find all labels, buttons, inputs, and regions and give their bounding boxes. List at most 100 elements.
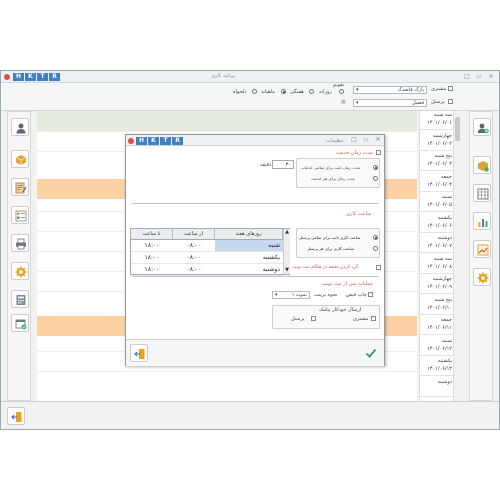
day-row[interactable]: پنج شنبه ۱۴۰۱/۰۶/۱۰ <box>420 296 454 315</box>
dialog-confirm-button[interactable] <box>362 344 380 362</box>
period-radio-daily[interactable] <box>339 89 344 94</box>
day-row[interactable]: جمعه ۱۴۰۱/۰۶/۱۱ <box>420 316 454 335</box>
dialog-close-button[interactable]: ✕ <box>374 136 382 144</box>
day-date: ۱۴۰۱/۰۶/۰۸ <box>427 263 452 270</box>
print-method-select[interactable]: ▾ نمونه ۱ <box>272 291 310 299</box>
day-row[interactable]: سه شنبه ۱۴۰۱/۰۶/۰۸ <box>420 255 454 274</box>
day-row[interactable]: شنبه ۱۴۰۱/۰۶/۱۲ <box>420 337 454 356</box>
selected-band <box>37 111 417 131</box>
trend-report-button[interactable] <box>473 240 491 258</box>
duration-per-service-label: مدت زمان برای هر خدمت <box>311 176 355 181</box>
dialog-title: تنظیمات <box>326 138 344 144</box>
exit-door-icon <box>134 349 145 359</box>
add-user-button[interactable] <box>473 118 491 136</box>
duration-per-service-radio[interactable] <box>373 176 378 181</box>
round-minutes-checkbox[interactable] <box>376 265 381 270</box>
work-hours-table[interactable]: تا ساعت از ساعت روزهای هفته ▲ ▼ ۱۸:۰۰ ۰۸… <box>130 228 290 276</box>
calendar-icon[interactable]: ▦ <box>341 99 346 105</box>
personnel-checkbox[interactable] <box>448 99 453 104</box>
table-scrollbar[interactable]: ▲ ▼ <box>283 229 290 274</box>
divider <box>132 203 378 204</box>
table-button[interactable] <box>473 184 491 202</box>
day-name: شنبه <box>442 194 452 200</box>
day-row[interactable]: چهارشنبه ۱۴۰۱/۰۶/۰۹ <box>420 275 454 294</box>
table-icon <box>477 188 489 200</box>
right-sidebar <box>469 111 493 401</box>
day-row[interactable]: یکشنبه ۱۴۰۱/۰۶/۱۳ <box>420 357 454 376</box>
scroll-thumb[interactable] <box>455 117 460 141</box>
day-date: ۱۴۰۱/۰۶/۰۴ <box>427 181 452 188</box>
table-row[interactable]: ۱۸:۰۰ ۰۸:۰۰ یکشنبه <box>131 252 283 264</box>
checklist-button[interactable] <box>11 206 29 224</box>
cell-to: ۱۸:۰۰ <box>131 252 173 264</box>
day-row[interactable]: دوشنبه <box>420 378 454 397</box>
dialog-maximize-button[interactable]: ▭ <box>362 136 370 144</box>
close-dot-icon[interactable] <box>128 137 134 144</box>
close-dot-icon[interactable] <box>4 74 10 80</box>
exit-button[interactable] <box>7 407 25 425</box>
printer-button[interactable] <box>11 234 29 252</box>
add-user-icon <box>477 123 489 134</box>
settings-right-button[interactable] <box>473 268 491 286</box>
duration-fixed-radio[interactable] <box>373 165 378 170</box>
close-button[interactable]: ✕ <box>487 73 495 81</box>
chart-button[interactable] <box>473 212 491 230</box>
day-row[interactable]: شنبه ۱۴۰۱/۰۶/۰۵ <box>420 193 454 212</box>
service-duration-checkbox[interactable] <box>376 150 381 155</box>
day-date: ۱۴۰۱/۰۶/۱۲ <box>427 345 452 352</box>
cell-day: دوشنبه <box>215 264 283 276</box>
box-icon <box>15 155 27 165</box>
vertical-scrollbar[interactable] <box>453 111 461 401</box>
day-date: ۱۴۰۱/۰۶/۰۵ <box>427 202 452 208</box>
col-to-header[interactable]: تا ساعت <box>131 229 173 240</box>
day-row[interactable]: پنج شنبه ۱۴۰۱/۰۶/۰۳ <box>420 152 454 171</box>
minimize-button[interactable]: □ <box>463 73 471 81</box>
dialog-minimize-button[interactable]: □ <box>350 136 358 144</box>
settings-button[interactable] <box>11 262 29 280</box>
settings-dialog: H K T R تنظیمات □ ▭ ✕ مدت زمان خدمت ۳۰ د… <box>125 134 385 366</box>
package-add-button[interactable] <box>473 156 491 174</box>
table-row[interactable]: ۱۸:۰۰ ۰۸:۰۰ دوشنبه <box>131 264 283 276</box>
table-row[interactable]: ۱۸:۰۰ ۰۸:۰۰ شنبه <box>131 240 283 252</box>
period-radio-weekly[interactable] <box>309 89 314 94</box>
maximize-button[interactable]: ▭ <box>475 73 483 81</box>
col-day-header[interactable]: روزهای هفته <box>215 229 283 240</box>
personnel-select[interactable]: ▾ فضیل <box>353 99 427 107</box>
day-row[interactable]: سه شنبه ۱۴۰۱/۰۶/۰۱ <box>420 111 454 130</box>
scroll-up-icon[interactable]: ▲ <box>284 229 290 236</box>
dialog-exit-button[interactable] <box>130 344 148 362</box>
customer-select[interactable]: ▾ پارک قاصدک <box>353 86 427 94</box>
trend-chart-icon <box>477 244 489 256</box>
calculator-button[interactable] <box>11 290 29 308</box>
personnel-value: فضیل <box>411 100 424 106</box>
dialog-logo-r: R <box>172 136 183 145</box>
day-row[interactable]: جمعه ۱۴۰۱/۰۶/۰۴ <box>420 173 454 192</box>
edit-list-button[interactable] <box>11 178 29 196</box>
duration-input[interactable]: ۳۰ <box>272 160 294 169</box>
col-from-header[interactable]: از ساعت <box>173 229 215 240</box>
duration-value: ۳۰ <box>285 162 291 168</box>
work-hours-fixed-radio[interactable] <box>373 235 378 240</box>
print-receipt-checkbox[interactable] <box>368 292 373 297</box>
period-radio-monthly[interactable] <box>281 89 286 94</box>
sms-personnel-checkbox[interactable] <box>311 316 316 321</box>
scroll-down-icon[interactable]: ▼ <box>284 267 290 274</box>
period-radio-custom[interactable] <box>252 89 257 94</box>
day-row[interactable]: یکشنبه ۱۴۰۱/۰۶/۰۶ <box>420 214 454 233</box>
package-button[interactable] <box>11 150 29 168</box>
day-row[interactable]: چهارشنبه ۱۴۰۱/۰۶/۰۲ <box>420 132 454 151</box>
sms-customer-checkbox[interactable] <box>371 316 376 321</box>
round-minutes-label: گرد کردن دقیقه در هنگام ثبت نوبت <box>292 265 359 270</box>
print-method-value: نمونه ۱ <box>291 292 307 298</box>
after-booking-title: عملیات پس از ثبت نوبت <box>322 281 374 287</box>
day-row[interactable]: دوشنبه ۱۴۰۱/۰۶/۰۷ <box>420 234 454 253</box>
work-hours-per-personnel-radio[interactable] <box>373 246 378 251</box>
left-sidebar <box>7 111 31 401</box>
day-name: پنج شنبه <box>434 296 452 303</box>
cell-to: ۱۸:۰۰ <box>131 240 173 252</box>
calendar-check-button[interactable] <box>11 314 29 332</box>
user-button[interactable] <box>11 118 29 136</box>
bottom-bar <box>1 401 499 429</box>
box-add-icon <box>478 161 489 172</box>
customer-checkbox[interactable] <box>448 86 453 91</box>
